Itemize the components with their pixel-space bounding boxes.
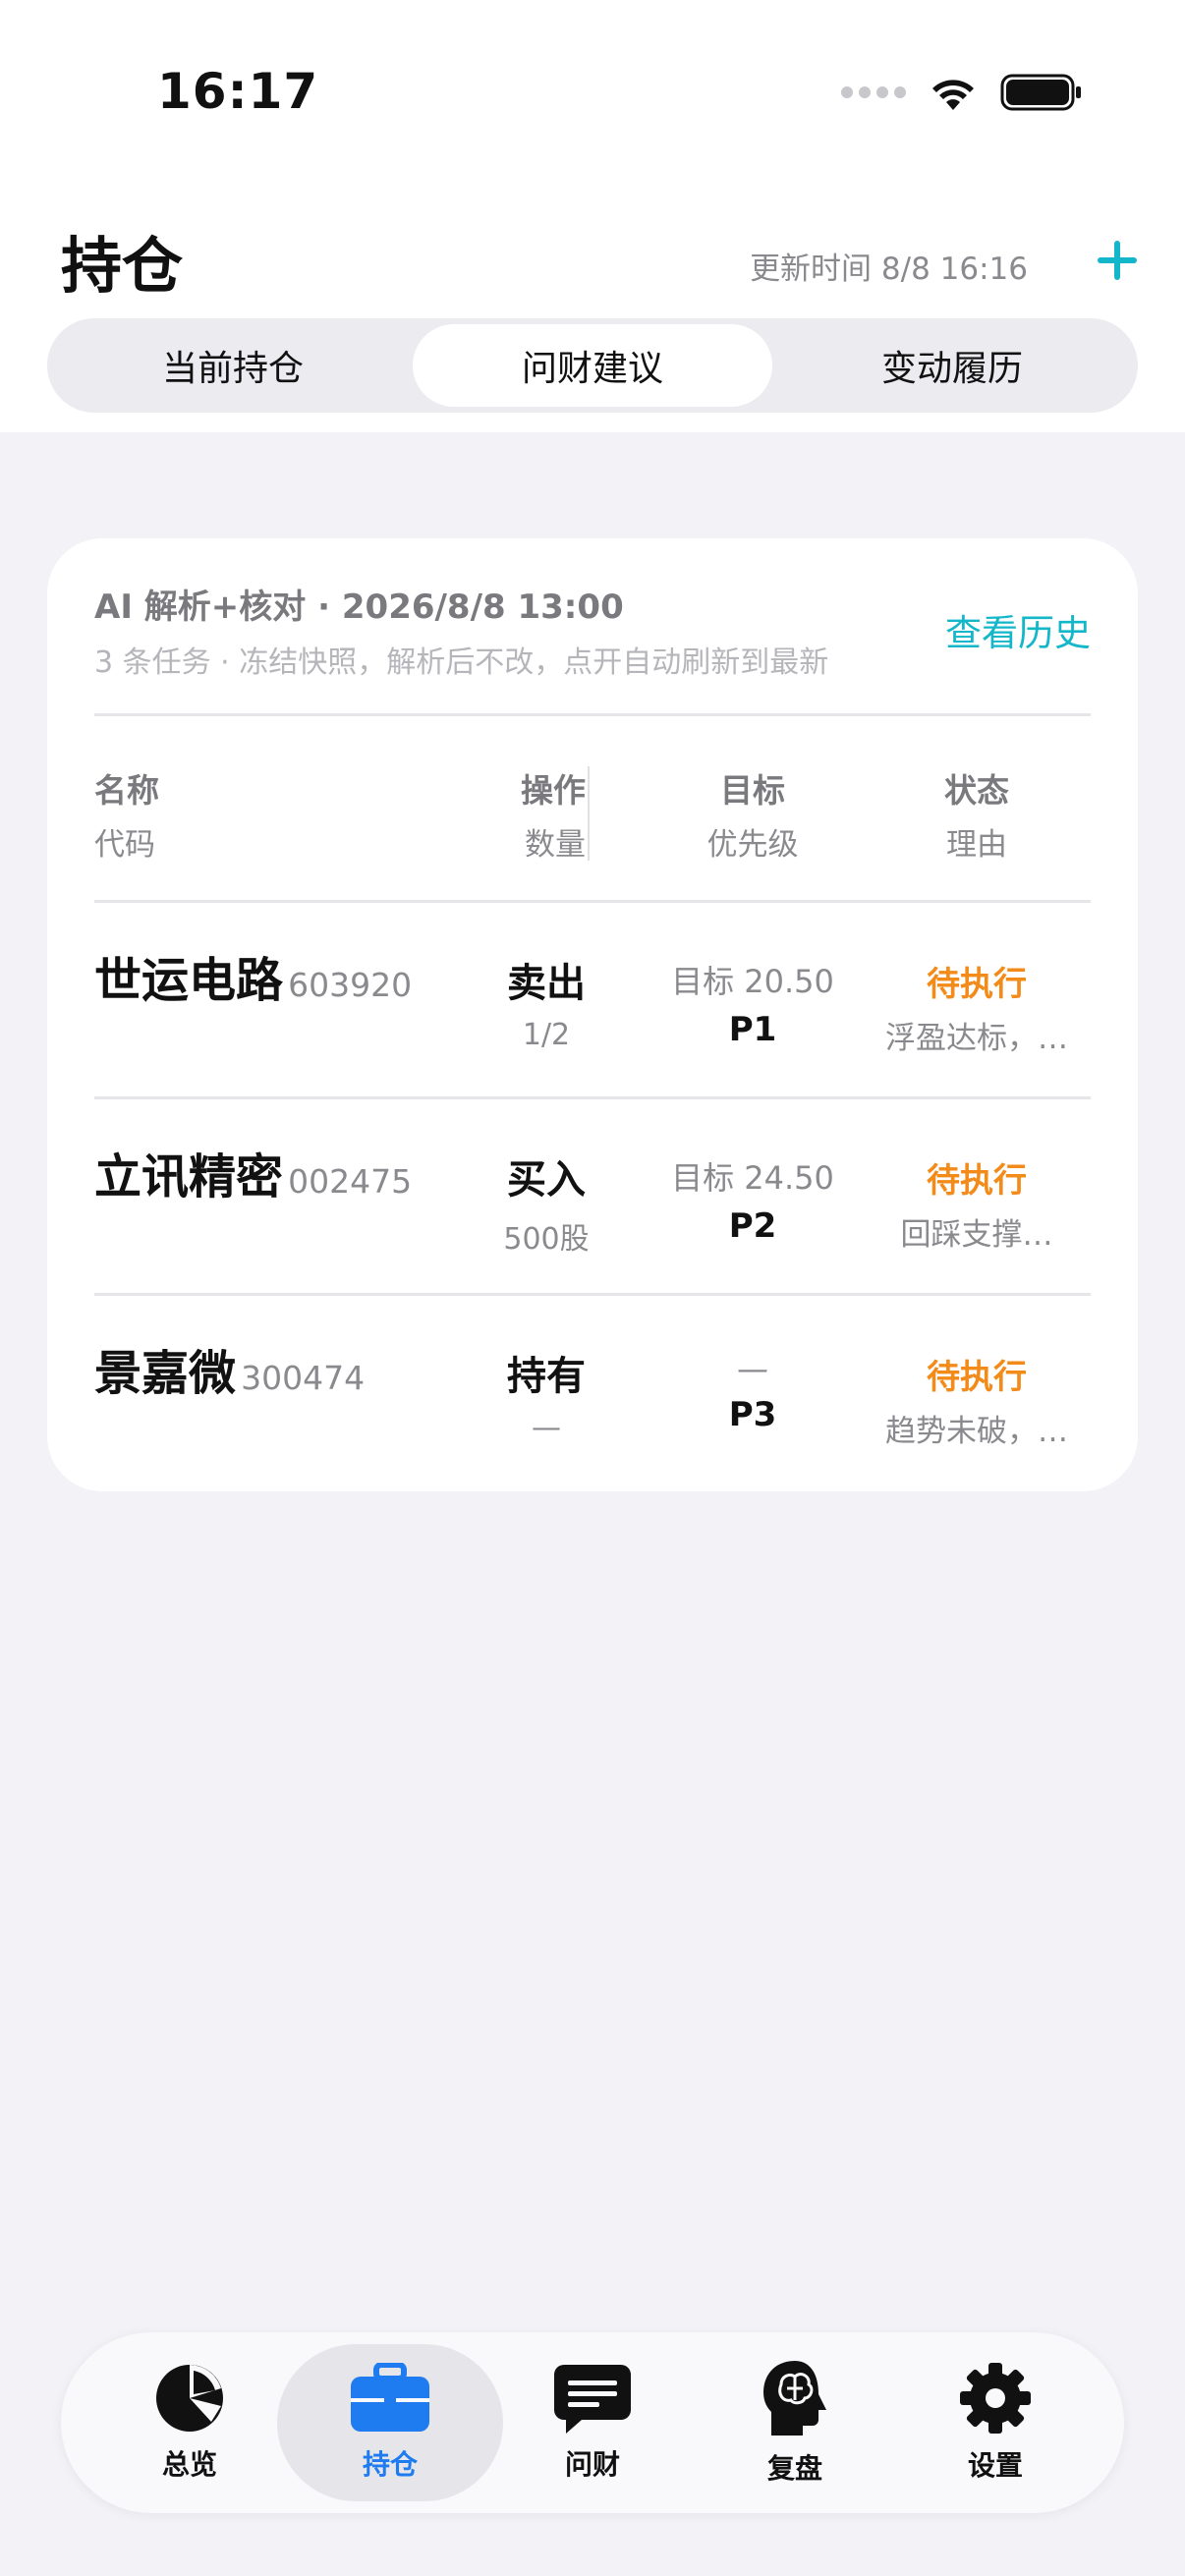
tabbar-item-settings[interactable]: 设置 bbox=[882, 2344, 1108, 2501]
status-icons bbox=[841, 73, 1083, 112]
stock-name-code: 世运电路 603920 bbox=[94, 953, 413, 1008]
action-quantity: 卖出 1/2 bbox=[507, 961, 586, 1052]
status-reason: 待执行 浮盈达标，… bbox=[885, 965, 1068, 1056]
battery-icon bbox=[1000, 73, 1083, 112]
plus-icon bbox=[1098, 241, 1137, 280]
table-header: 名称 代码 操作 数量 目标 优先级 状态 理由 bbox=[94, 764, 1091, 863]
table-row[interactable]: 世运电路 603920 卖出 1/2 目标 20.50 P1 待执行 浮盈达标，… bbox=[94, 902, 1091, 1098]
cellular-signal-icon bbox=[841, 86, 906, 98]
view-history-link[interactable]: 查看历史 bbox=[945, 603, 1091, 656]
tab-wencai-advice[interactable]: 问财建议 bbox=[413, 324, 772, 407]
header-name-code: 名称 代码 bbox=[94, 771, 159, 863]
divider bbox=[94, 713, 1091, 716]
status-reason: 待执行 回踩支撑… bbox=[900, 1161, 1053, 1253]
tab-current-holdings[interactable]: 当前持仓 bbox=[53, 324, 413, 407]
tabbar-item-wencai[interactable]: 问财 bbox=[480, 2344, 705, 2501]
wifi-icon bbox=[928, 73, 979, 112]
column-divider bbox=[588, 766, 590, 861]
tab-change-history[interactable]: 变动履历 bbox=[772, 324, 1132, 407]
page-title: 持仓 bbox=[61, 230, 184, 302]
update-time: 更新时间 8/8 16:16 bbox=[750, 252, 1028, 287]
bottom-tab-bar: 总览 持仓 问财 复盘 设置 bbox=[61, 2332, 1124, 2513]
advice-card: AI 解析+核对 · 2026/8/8 13:00 3 条任务 · 冻结快照，解… bbox=[47, 538, 1138, 1491]
stock-name-code: 景嘉微 300474 bbox=[94, 1346, 366, 1401]
top-area: 16:17 持仓 更新时间 8/8 16:16 当前持仓 问财建议 变动履历 bbox=[0, 0, 1185, 432]
action-quantity: 持有 — bbox=[507, 1354, 586, 1445]
add-button[interactable] bbox=[1093, 236, 1142, 285]
card-title: AI 解析+核对 · 2026/8/8 13:00 bbox=[94, 588, 624, 627]
chat-bubble-icon bbox=[554, 2365, 631, 2434]
header-action-quantity: 操作 数量 bbox=[521, 771, 586, 863]
tabbar-item-overview[interactable]: 总览 bbox=[77, 2344, 303, 2501]
status-reason: 待执行 趋势未破，… bbox=[885, 1358, 1068, 1449]
header-status-reason: 状态 理由 bbox=[944, 771, 1009, 863]
gear-icon bbox=[960, 2363, 1031, 2434]
action-quantity: 买入 500股 bbox=[503, 1157, 590, 1257]
target-priority: — P3 bbox=[728, 1350, 777, 1434]
tabbar-item-holdings[interactable]: 持仓 bbox=[277, 2344, 503, 2501]
target-priority: 目标 24.50 P2 bbox=[671, 1159, 834, 1246]
card-header: AI 解析+核对 · 2026/8/8 13:00 3 条任务 · 冻结快照，解… bbox=[94, 580, 1091, 680]
table-row[interactable]: 景嘉微 300474 持有 — — P3 待执行 趋势未破，… bbox=[94, 1295, 1091, 1491]
segmented-control: 当前持仓 问财建议 变动履历 bbox=[47, 318, 1138, 413]
brain-head-icon bbox=[763, 2361, 826, 2436]
card-subtitle: 3 条任务 · 冻结快照，解析后不改，点开自动刷新到最新 bbox=[94, 645, 829, 680]
target-priority: 目标 20.50 P1 bbox=[671, 963, 834, 1049]
stock-name-code: 立讯精密 002475 bbox=[94, 1149, 413, 1204]
pie-chart-icon bbox=[156, 2365, 223, 2432]
header-target-priority: 目标 优先级 bbox=[706, 771, 799, 863]
status-time: 16:17 bbox=[157, 63, 319, 120]
table-row[interactable]: 立讯精密 002475 买入 500股 目标 24.50 P2 待执行 回踩支撑… bbox=[94, 1098, 1091, 1295]
tabbar-item-review[interactable]: 复盘 bbox=[682, 2344, 908, 2501]
briefcase-icon bbox=[351, 2363, 429, 2432]
